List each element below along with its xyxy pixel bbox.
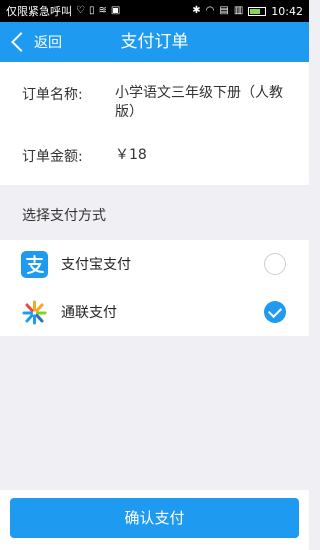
back-label: 返回 (34, 35, 62, 51)
order-amount-row: 订单金额: ￥18 (22, 146, 295, 166)
image-icon: ▣ (110, 5, 121, 16)
bottom-bar: 确认支付 (0, 490, 309, 550)
allinpay-label: 通联支付 (61, 305, 117, 321)
wifi-icon: ◠ (205, 5, 215, 16)
allinpay-radio-checked[interactable] (264, 301, 286, 323)
payment-option-allinpay[interactable]: 通联支付 (0, 288, 309, 336)
order-info-card: 订单名称: 小学语文三年级下册（人教版） 订单金额: ￥18 (0, 62, 309, 185)
alipay-icon (21, 250, 48, 278)
status-bar: 仅限紧急呼叫 ♡ ▯ ≋ ▣ ✱ ◠ ▤ ▥ 10:42 (0, 0, 309, 22)
shield-icon: ♡ (76, 5, 85, 16)
chevron-left-icon (11, 32, 31, 52)
order-name-row: 订单名称: 小学语文三年级下册（人教版） (22, 84, 295, 122)
back-button[interactable]: 返回 (8, 22, 62, 62)
payment-section-title: 选择支付方式 (22, 208, 106, 224)
order-name-label: 订单名称: (22, 87, 83, 103)
allinpay-icon (22, 300, 47, 324)
order-amount-value: ￥18 (115, 147, 147, 163)
signal-icon: ≋ (98, 5, 107, 16)
confirm-payment-button[interactable]: 确认支付 (10, 498, 299, 538)
alipay-label: 支付宝支付 (61, 257, 131, 273)
payment-option-alipay[interactable]: 支付宝支付 (0, 240, 309, 288)
clock: 10:42 (271, 4, 303, 18)
battery-icon (248, 6, 267, 16)
order-amount-label: 订单金额: (22, 149, 83, 165)
order-name-value: 小学语文三年级下册（人教版） (115, 85, 283, 120)
nav-bar: 支付订单 返回 (0, 22, 309, 62)
sim-card-icon: ▤ (219, 5, 229, 16)
battery-fill (250, 8, 261, 14)
payment-methods-list: 支付宝支付 通联支付 (0, 240, 309, 336)
sim-icon: ▯ (88, 5, 95, 16)
alipay-radio[interactable] (264, 253, 286, 275)
carrier-text: 仅限紧急呼叫 (6, 5, 72, 18)
bluetooth-icon: ✱ (192, 5, 201, 16)
phone-icon: ▥ (233, 5, 244, 16)
